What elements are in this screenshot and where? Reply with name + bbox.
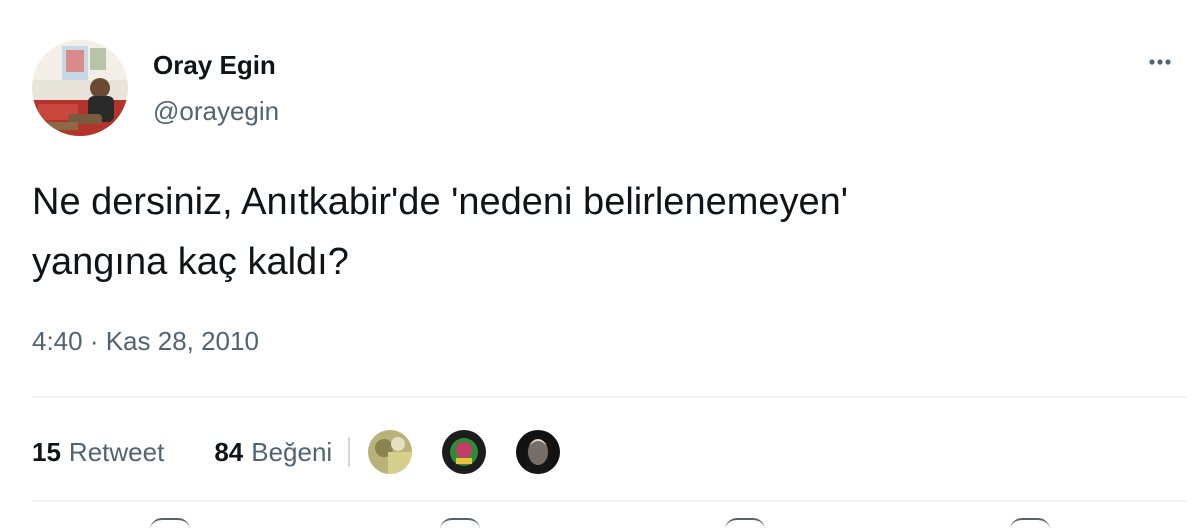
likes-count: 84 [214, 436, 244, 467]
engagement-stats: 15 Retweet 84 Beğeni [32, 430, 590, 474]
action-bar-cutoff [0, 518, 1200, 528]
retweets-label: Retweet [68, 436, 165, 467]
divider-bottom [32, 500, 1186, 502]
liker-avatar-1[interactable] [368, 430, 413, 474]
likes-stat[interactable]: 84 Beğeni [214, 437, 332, 468]
retweet-icon[interactable] [440, 518, 480, 528]
divider-top [32, 396, 1186, 398]
retweets-count: 15 [32, 436, 61, 467]
avatar-image [32, 40, 128, 136]
liker-avatar-image [368, 430, 413, 474]
stats-separator [348, 437, 351, 467]
tweet-page: Oray Egin @orayegin Ne dersiniz, Anıtkab… [0, 0, 1200, 528]
share-icon[interactable] [1010, 518, 1050, 528]
previous-content-cutoff [0, 0, 1200, 26]
more-options-button[interactable] [1140, 50, 1180, 74]
avatar[interactable] [32, 40, 128, 136]
display-name[interactable]: Oray Egin [153, 50, 276, 81]
tweet-text-line-2: yangına kaç kaldı? [32, 241, 349, 283]
like-icon[interactable] [725, 518, 765, 528]
retweets-stat[interactable]: 15 Retweet [32, 437, 164, 468]
liker-avatar-2[interactable] [442, 430, 487, 474]
tweet-timestamp[interactable]: 4:40 · Kas 28, 2010 [32, 326, 259, 357]
liker-avatar-image [516, 430, 561, 474]
tweet-text-line-1: Ne dersiniz, Anıtkabir'de 'nedeni belirl… [32, 181, 849, 223]
reply-icon[interactable] [150, 518, 190, 528]
user-handle[interactable]: @orayegin [153, 96, 279, 127]
liker-avatar-3[interactable] [516, 430, 561, 474]
more-horizontal-icon [1149, 59, 1171, 65]
likes-label: Beğeni [251, 436, 333, 467]
tweet-text: Ne dersiniz, Anıtkabir'de 'nedeni belirl… [32, 172, 1152, 292]
liker-avatar-image [442, 430, 487, 474]
